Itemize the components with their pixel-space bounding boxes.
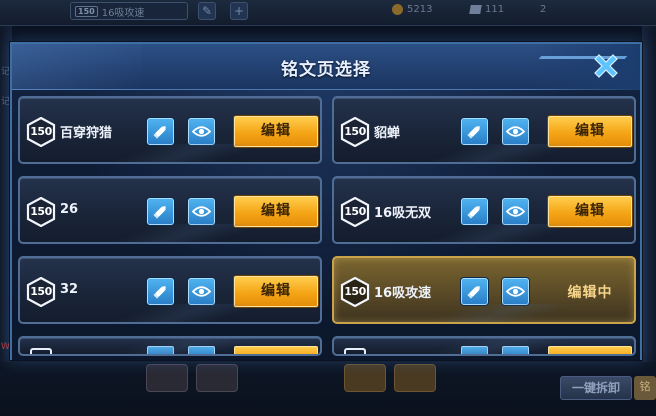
background-gem-value: 111 [485, 4, 505, 15]
background-left-glyph: W [1, 342, 10, 352]
level-badge: 150 [340, 117, 370, 147]
rune-page-card[interactable]: 150 32 编辑 [18, 256, 322, 324]
background-other-stat: 2 [540, 4, 546, 15]
background-rune-slot [196, 364, 238, 392]
background-unload-all-button: 一键拆卸 [560, 376, 632, 400]
rename-button[interactable] [147, 198, 174, 225]
rune-page-card-active[interactable]: 150 16吸攻速 编辑中 [332, 256, 636, 324]
eye-icon [506, 126, 525, 137]
eye-icon [506, 206, 525, 217]
level-badge: 150 [26, 117, 56, 147]
rune-page-name: 26 [60, 202, 79, 217]
background-edit-icon: ✎ [198, 2, 216, 20]
rune-page-name: 百穿狩猎 [60, 126, 113, 141]
level-value: 150 [30, 205, 52, 218]
background-left-glyph: 记 [1, 97, 11, 107]
rune-page-card[interactable]: 150 百穿狩猎 编辑 [18, 96, 322, 164]
level-value: 150 [344, 205, 366, 218]
background-gold-stat: 5213 [392, 4, 432, 15]
background-gem-stat: 111 [469, 4, 505, 15]
background-gold-value: 5213 [407, 4, 433, 15]
eye-icon [192, 206, 211, 217]
close-x-icon [594, 54, 618, 78]
background-page-name: 16吸攻速 [101, 7, 145, 19]
rename-button[interactable] [147, 346, 174, 354]
background-bottom-bar [0, 362, 656, 416]
eye-icon [192, 126, 211, 137]
preview-button[interactable] [188, 198, 215, 225]
rune-page-card[interactable]: 150 16吸无双 编辑 [332, 176, 636, 244]
edit-button[interactable] [234, 346, 318, 354]
rune-page-select-dialog: 铭文页选择 150 百穿狩猎 编辑 150 貂蝉 编辑 150 26 编辑 15… [10, 42, 642, 360]
edit-button[interactable]: 编辑 [234, 276, 318, 307]
rune-page-card-partial[interactable] [332, 336, 636, 356]
level-value: 150 [30, 285, 52, 298]
background-rune-slot [394, 364, 436, 392]
preview-button[interactable] [502, 118, 529, 145]
background-right-strip [642, 26, 656, 366]
background-other-value: 2 [540, 4, 547, 15]
rune-page-card[interactable]: 150 貂蝉 编辑 [332, 96, 636, 164]
rune-page-name: 16吸无双 [374, 206, 432, 221]
rename-button[interactable] [147, 278, 174, 305]
preview-button[interactable] [502, 198, 529, 225]
level-badge: 150 [340, 277, 370, 307]
background-left-glyph: 记 [1, 67, 11, 77]
eye-icon [506, 286, 525, 297]
rename-button[interactable] [461, 198, 488, 225]
rename-button[interactable] [147, 118, 174, 145]
pencil-icon [153, 206, 166, 219]
rename-button[interactable] [461, 118, 488, 145]
background-rune-slot [344, 364, 386, 392]
pencil-icon [153, 126, 166, 139]
background-page-level: 150 [75, 5, 98, 17]
rune-page-card-partial[interactable] [18, 336, 322, 356]
close-button[interactable] [588, 48, 624, 84]
preview-button[interactable] [188, 346, 215, 354]
preview-button[interactable] [188, 118, 215, 145]
eye-icon [192, 286, 211, 297]
hexagon-level-icon [30, 348, 52, 354]
pencil-icon [467, 206, 480, 219]
rune-page-name: 16吸攻速 [374, 286, 432, 301]
level-badge: 150 [26, 277, 56, 307]
level-badge: 150 [26, 197, 56, 227]
edit-button[interactable]: 编辑 [234, 196, 318, 227]
rune-page-name: 貂蝉 [374, 126, 401, 141]
preview-button[interactable] [188, 278, 215, 305]
preview-button[interactable] [502, 278, 529, 305]
background-rune-slot [146, 364, 188, 392]
level-value: 150 [344, 125, 366, 138]
level-value: 150 [344, 285, 366, 298]
level-value: 150 [30, 125, 52, 138]
gem-icon [469, 5, 482, 14]
rename-button[interactable] [461, 346, 488, 354]
editing-status-label: 编辑中 [567, 285, 613, 301]
background-current-page-chip: 150 16吸攻速 [70, 2, 188, 20]
rune-page-name: 32 [60, 282, 79, 297]
rune-page-card[interactable]: 150 26 编辑 [18, 176, 322, 244]
edit-button[interactable]: 编辑 [548, 196, 632, 227]
level-badge: 150 [340, 197, 370, 227]
pencil-icon [467, 126, 480, 139]
background-rune-tab: 铭 [634, 376, 656, 400]
hexagon-level-icon [344, 348, 366, 354]
edit-button[interactable]: 编辑 [234, 116, 318, 147]
preview-button[interactable] [502, 346, 529, 354]
background-add-icon: + [230, 2, 248, 20]
edit-button[interactable] [548, 346, 632, 354]
dialog-header: 铭文页选择 [12, 44, 640, 90]
rename-button[interactable] [461, 278, 488, 305]
edit-button[interactable]: 编辑 [548, 116, 632, 147]
pencil-icon [153, 286, 166, 299]
pencil-icon [467, 286, 480, 299]
background-top-bar: 150 16吸攻速 ✎ + 5213 111 2 [0, 0, 656, 26]
gold-coin-icon [392, 4, 403, 15]
